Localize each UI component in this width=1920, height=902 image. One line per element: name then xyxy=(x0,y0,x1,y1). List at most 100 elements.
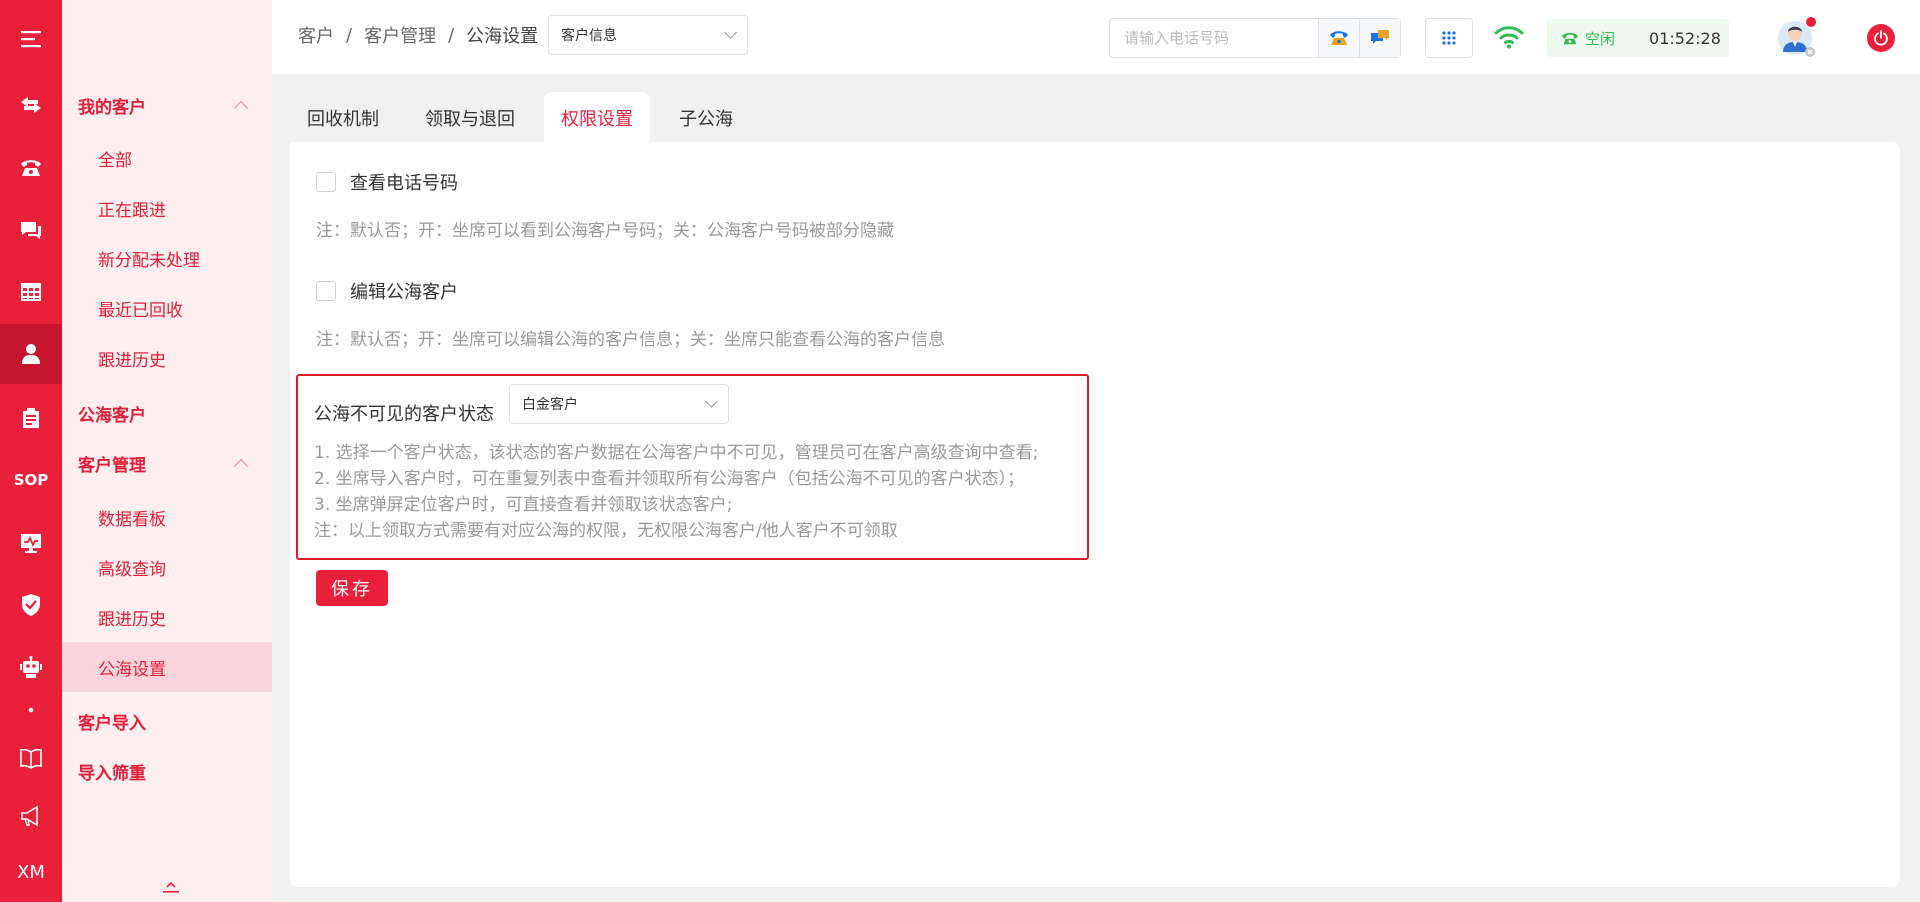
menu-item-advanced-query[interactable]: 高级查询 xyxy=(62,542,272,592)
tab-permission-settings[interactable]: 权限设置 xyxy=(544,92,650,144)
menu-group-label: 客户管理 xyxy=(78,455,146,476)
dot-separator-icon xyxy=(0,694,62,726)
agent-status[interactable]: 空闲 01:52:28 xyxy=(1547,19,1729,57)
sms-button[interactable] xyxy=(1359,19,1400,57)
menu-group-dedupe[interactable]: 导入筛重 xyxy=(62,746,272,796)
menu-item-all[interactable]: 全部 xyxy=(62,133,272,183)
xm-icon-label: XM xyxy=(17,861,45,883)
avatar[interactable] xyxy=(1777,16,1817,58)
xm-icon[interactable]: XM xyxy=(0,842,62,902)
save-button[interactable]: 保存 xyxy=(316,570,388,606)
menu-item-label: 最近已回收 xyxy=(98,300,183,321)
sms-icon xyxy=(1371,30,1389,44)
menu-group-my-customers[interactable]: 我的客户 xyxy=(62,80,272,130)
collapse-icon[interactable] xyxy=(162,880,180,894)
menu-item-label: 正在跟进 xyxy=(98,200,166,221)
breadcrumb-separator: / xyxy=(346,24,353,46)
chat-icon[interactable] xyxy=(0,200,62,260)
invisible-status-value: 白金客户 xyxy=(522,397,578,413)
menu-group-public-sea[interactable]: 公海客户 xyxy=(62,388,272,438)
invisible-status-select[interactable]: 白金客户 xyxy=(509,384,729,424)
tip-line: 3. 坐席弹屏定位客户时，可直接查看并领取该状态客户; xyxy=(314,495,733,515)
menu-icon[interactable] xyxy=(0,9,62,69)
view-phone-note: 注：默认否；开：坐席可以看到公海客户号码；关：公海客户号码被部分隐藏 xyxy=(316,221,894,241)
transfer-icon[interactable] xyxy=(0,75,62,135)
phone-icon[interactable] xyxy=(0,138,62,198)
breadcrumb: 客户 / 客户管理 / 公海设置 xyxy=(298,22,538,48)
status-label: 空闲 xyxy=(1585,29,1616,48)
chevron-down-icon xyxy=(705,395,718,408)
table-icon[interactable] xyxy=(0,262,62,322)
menu-item-label: 数据看板 xyxy=(98,509,166,530)
invisible-status-tips: 1. 选择一个客户状态，该状态的客户数据在公海客户中不可见，管理员可在客户高级查… xyxy=(314,440,1038,544)
module-select[interactable]: 客户信息 xyxy=(548,15,748,55)
chevron-up-icon xyxy=(233,100,249,115)
power-icon xyxy=(1874,30,1888,46)
view-phone-option: 查看电话号码 xyxy=(316,169,458,195)
menu-item-follow-history[interactable]: 跟进历史 xyxy=(62,333,272,383)
user-avatar-icon xyxy=(1778,17,1816,57)
tab-label: 权限设置 xyxy=(561,109,633,130)
menu-item-public-sea-settings[interactable]: 公海设置 xyxy=(62,642,272,692)
edit-customer-checkbox[interactable] xyxy=(316,281,336,301)
menu-item-new-assigned[interactable]: 新分配未处理 xyxy=(62,233,272,283)
sop-icon[interactable]: SOP xyxy=(0,450,62,510)
grid-icon xyxy=(1442,31,1456,45)
menu-item-label: 跟进历史 xyxy=(98,350,166,371)
menu-item-dashboard[interactable]: 数据看板 xyxy=(62,492,272,542)
sop-icon-label: SOP xyxy=(13,471,49,489)
wifi-icon xyxy=(1494,26,1524,49)
tab-sub-sea[interactable]: 子公海 xyxy=(662,92,750,144)
customer-icon[interactable] xyxy=(0,324,62,384)
settings-tabs: 回收机制 领取与退回 权限设置 子公海 xyxy=(290,92,762,144)
megaphone-icon[interactable] xyxy=(0,786,62,846)
tab-label: 回收机制 xyxy=(307,109,379,130)
dial-phone-icon xyxy=(1330,31,1348,45)
edit-customer-option: 编辑公海客户 xyxy=(316,278,458,304)
settings-panel: 查看电话号码 注：默认否；开：坐席可以看到公海客户号码；关：公海客户号码被部分隐… xyxy=(290,142,1900,887)
breadcrumb-current: 公海设置 xyxy=(466,26,539,47)
edit-customer-label: 编辑公海客户 xyxy=(350,282,458,303)
monitor-icon[interactable] xyxy=(0,513,62,573)
menu-item-label: 公海设置 xyxy=(98,659,166,680)
menu-group-import[interactable]: 客户导入 xyxy=(62,696,272,746)
icon-rail: SOP XM xyxy=(0,0,62,902)
menu-item-label: 全部 xyxy=(98,150,132,171)
tab-label: 领取与退回 xyxy=(425,109,515,130)
tip-line: 注：以上领取方式需要有对应公海的权限，无权限公海客户/他人客户不可领取 xyxy=(314,521,898,541)
dial-button[interactable] xyxy=(1318,19,1359,57)
status-timer: 01:52:28 xyxy=(1649,28,1721,48)
chevron-down-icon xyxy=(724,26,737,39)
book-icon[interactable] xyxy=(0,728,62,788)
tab-claim-return[interactable]: 领取与退回 xyxy=(408,92,532,144)
side-menu: 我的客户 全部 正在跟进 新分配未处理 最近已回收 跟进历史 公海客户 客户管理… xyxy=(62,0,272,902)
robot-icon[interactable] xyxy=(0,638,62,698)
module-select-value: 客户信息 xyxy=(561,28,617,44)
menu-group-label: 客户导入 xyxy=(78,713,146,734)
power-button[interactable] xyxy=(1867,24,1895,52)
apps-button[interactable] xyxy=(1425,18,1473,58)
menu-item-recently-recycled[interactable]: 最近已回收 xyxy=(62,283,272,333)
clipboard-icon[interactable] xyxy=(0,388,62,448)
tip-line: 2. 坐席导入客户时，可在重复列表中查看并领取所有公海客户（包括公海不可见的客户… xyxy=(314,469,1025,489)
view-phone-label: 查看电话号码 xyxy=(350,173,458,194)
menu-item-mgmt-follow-history[interactable]: 跟进历史 xyxy=(62,592,272,642)
breadcrumb-item[interactable]: 客户 xyxy=(298,22,334,48)
view-phone-checkbox[interactable] xyxy=(316,172,336,192)
menu-item-following[interactable]: 正在跟进 xyxy=(62,183,272,233)
shield-icon[interactable] xyxy=(0,575,62,635)
breadcrumb-item[interactable]: 客户管理 xyxy=(364,22,436,48)
menu-item-label: 跟进历史 xyxy=(98,609,166,630)
menu-item-label: 新分配未处理 xyxy=(98,250,200,271)
top-bar: 客户 / 客户管理 / 公海设置 客户信息 空闲 01:52:28 xyxy=(272,0,1920,74)
menu-group-label: 导入筛重 xyxy=(78,763,146,784)
invisible-status-label: 公海不可见的客户状态 xyxy=(314,404,494,425)
tab-recycle-mechanism[interactable]: 回收机制 xyxy=(290,92,396,144)
menu-group-customer-mgmt[interactable]: 客户管理 xyxy=(62,438,272,488)
status-phone-icon xyxy=(1561,32,1579,45)
phone-search xyxy=(1109,18,1401,58)
breadcrumb-separator: / xyxy=(448,24,455,46)
invisible-status-section: 公海不可见的客户状态 白金客户 1. 选择一个客户状态，该状态的客户数据在公海客… xyxy=(296,374,1089,560)
phone-input[interactable] xyxy=(1110,19,1318,57)
menu-item-label: 高级查询 xyxy=(98,559,166,580)
